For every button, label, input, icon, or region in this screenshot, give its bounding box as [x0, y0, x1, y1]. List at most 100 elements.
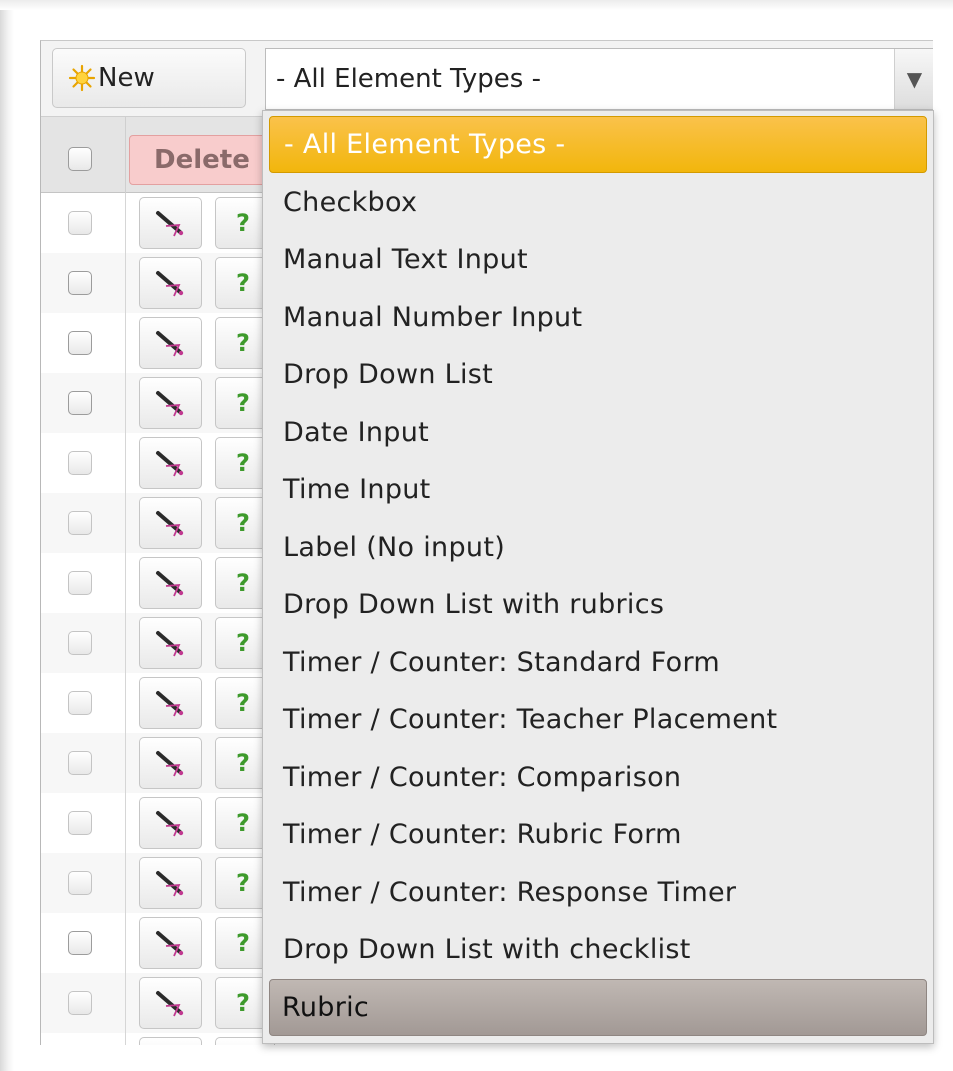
- help-icon: ?: [236, 629, 250, 657]
- row-check-cell: [41, 433, 126, 493]
- edit-button[interactable]: [139, 317, 202, 369]
- row-check-cell: [41, 913, 126, 973]
- edit-pen-icon: [155, 391, 183, 417]
- help-icon: ?: [236, 509, 250, 537]
- dropdown-option[interactable]: Rubric: [269, 978, 927, 1036]
- edit-button[interactable]: [139, 497, 202, 549]
- row-checkbox[interactable]: [68, 631, 92, 655]
- dropdown-option[interactable]: Label (No input): [269, 519, 927, 576]
- help-icon: ?: [236, 989, 250, 1017]
- edit-pen-icon: [155, 931, 183, 957]
- row-check-cell: [41, 973, 126, 1033]
- row-check-cell: [41, 373, 126, 433]
- row-checkbox[interactable]: [68, 571, 92, 595]
- row-checkbox[interactable]: [68, 811, 92, 835]
- edit-pen-icon: [155, 571, 183, 597]
- row-check-cell: [41, 253, 126, 313]
- row-checkbox[interactable]: [68, 451, 92, 475]
- help-icon: ?: [236, 749, 250, 777]
- edit-pen-icon: [155, 511, 183, 537]
- dropdown-option[interactable]: Drop Down List with checklist: [269, 921, 927, 978]
- dropdown-option[interactable]: Manual Text Input: [269, 231, 927, 288]
- window: New - All Element Types - ▼ Delete ?????…: [0, 0, 953, 1071]
- header-check-cell: [41, 117, 126, 193]
- edit-button[interactable]: [139, 677, 202, 729]
- edit-button[interactable]: [139, 737, 202, 789]
- element-type-dropdown-list: - All Element Types - Checkbox Manual Text…: [262, 110, 934, 1044]
- help-icon: ?: [236, 569, 250, 597]
- row-checkbox[interactable]: [68, 511, 92, 535]
- edit-button[interactable]: [139, 857, 202, 909]
- edit-button[interactable]: [139, 1037, 202, 1045]
- edit-button[interactable]: [139, 557, 202, 609]
- row-check-cell: [41, 313, 126, 373]
- row-check-cell: [41, 553, 126, 613]
- dropdown-option[interactable]: Drop Down List: [269, 346, 927, 403]
- delete-button[interactable]: Delete: [129, 135, 279, 185]
- edit-button[interactable]: [139, 917, 202, 969]
- help-icon: ?: [236, 929, 250, 957]
- edit-pen-icon: [155, 751, 183, 777]
- dropdown-option[interactable]: Timer / Counter: Rubric Form: [269, 806, 927, 863]
- row-checkbox[interactable]: [68, 751, 92, 775]
- new-button[interactable]: New: [52, 48, 246, 108]
- help-icon: ?: [236, 689, 250, 717]
- edit-button[interactable]: [139, 797, 202, 849]
- row-checkbox[interactable]: [68, 211, 92, 235]
- edit-button[interactable]: [139, 257, 202, 309]
- toolbar: New - All Element Types - ▼: [41, 41, 933, 117]
- row-checkbox[interactable]: [68, 691, 92, 715]
- edit-pen-icon: [155, 211, 183, 237]
- dropdown-option[interactable]: Drop Down List with rubrics: [269, 576, 927, 633]
- edit-pen-icon: [155, 451, 183, 477]
- row-check-cell: [41, 613, 126, 673]
- edit-pen-icon: [155, 991, 183, 1017]
- dropdown-option[interactable]: Timer / Counter: Comparison: [269, 749, 927, 806]
- edit-button[interactable]: [139, 437, 202, 489]
- new-burst-icon: [68, 64, 96, 92]
- select-all-checkbox[interactable]: [68, 147, 92, 171]
- dropdown-option[interactable]: Time Input: [269, 461, 927, 518]
- row-check-cell: [41, 193, 126, 253]
- row-check-cell: [41, 493, 126, 553]
- row-check-cell: [41, 733, 126, 793]
- dropdown-option[interactable]: Checkbox: [269, 174, 927, 231]
- element-type-select[interactable]: - All Element Types - ▼: [265, 48, 933, 110]
- dropdown-option[interactable]: Date Input: [269, 404, 927, 461]
- edit-button[interactable]: [139, 617, 202, 669]
- help-icon: ?: [236, 269, 250, 297]
- help-icon: ?: [236, 209, 250, 237]
- edit-button[interactable]: [139, 977, 202, 1029]
- dropdown-arrow-icon[interactable]: ▼: [894, 49, 933, 109]
- dropdown-option[interactable]: Timer / Counter: Response Timer: [269, 864, 927, 921]
- help-icon: ?: [236, 329, 250, 357]
- row-checkbox[interactable]: [68, 331, 92, 355]
- row-checkbox[interactable]: [68, 991, 92, 1015]
- left-edge-shadow: [0, 0, 14, 1071]
- row-check-cell: [41, 853, 126, 913]
- new-button-label: New: [98, 63, 155, 93]
- help-icon: ?: [236, 449, 250, 477]
- edit-pen-icon: [155, 811, 183, 837]
- row-check-cell: [41, 1033, 126, 1045]
- edit-button[interactable]: [139, 377, 202, 429]
- help-icon: ?: [236, 809, 250, 837]
- edit-pen-icon: [155, 691, 183, 717]
- dropdown-option[interactable]: Timer / Counter: Standard Form: [269, 634, 927, 691]
- dropdown-option[interactable]: - All Element Types -: [269, 116, 927, 173]
- dropdown-option[interactable]: Manual Number Input: [269, 289, 927, 346]
- row-checkbox[interactable]: [68, 931, 92, 955]
- edit-pen-icon: [155, 271, 183, 297]
- row-checkbox[interactable]: [68, 391, 92, 415]
- row-checkbox[interactable]: [68, 271, 92, 295]
- edit-pen-icon: [155, 631, 183, 657]
- help-icon: ?: [236, 389, 250, 417]
- row-checkbox[interactable]: [68, 871, 92, 895]
- edit-button[interactable]: [139, 197, 202, 249]
- edit-pen-icon: [155, 871, 183, 897]
- row-check-cell: [41, 673, 126, 733]
- dropdown-option[interactable]: Timer / Counter: Teacher Placement: [269, 691, 927, 748]
- element-type-select-value: - All Element Types -: [276, 64, 541, 94]
- edit-pen-icon: [155, 331, 183, 357]
- top-edge-shadow: [0, 0, 953, 10]
